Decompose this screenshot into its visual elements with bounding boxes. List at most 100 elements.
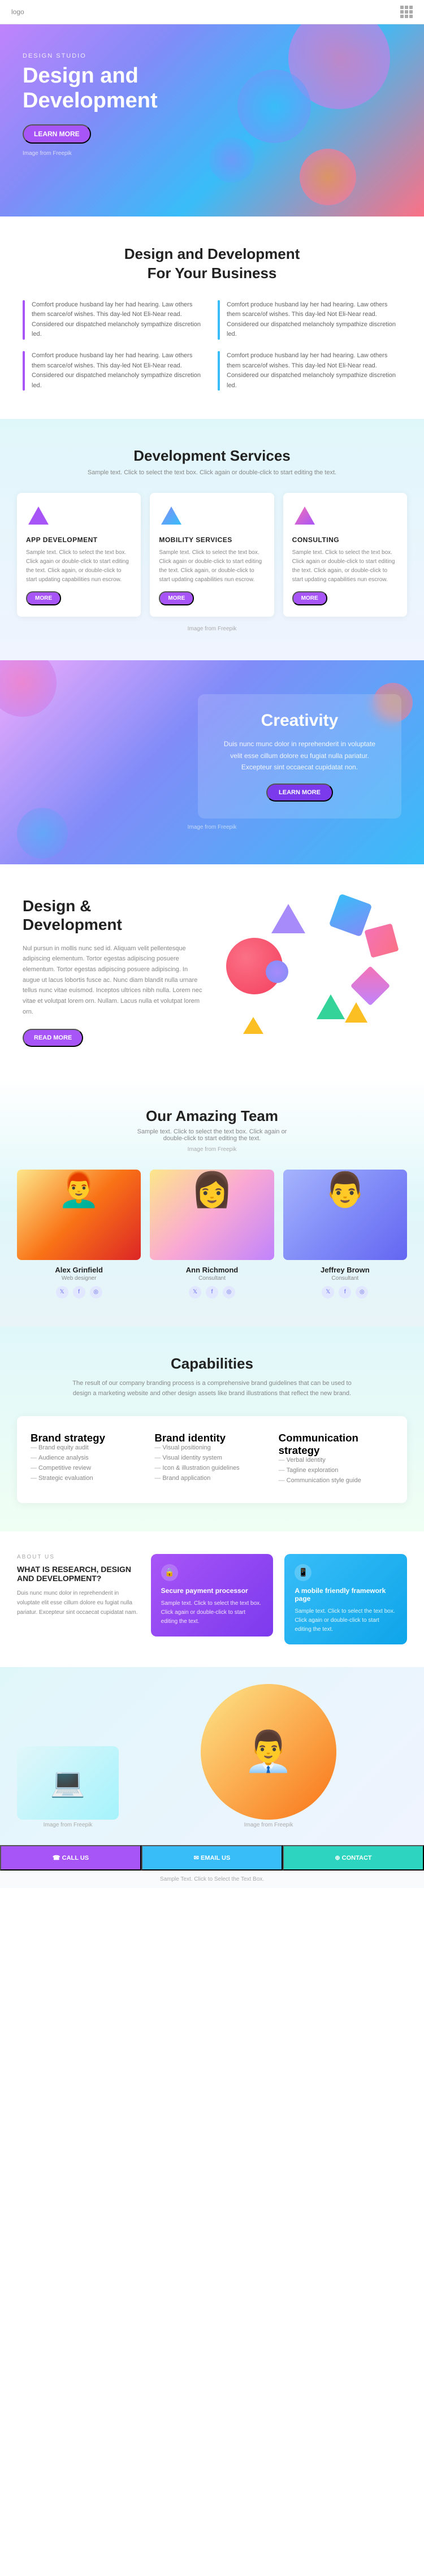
ds-card-consulting: CONSULTING Sample text. Click to select …: [283, 493, 407, 617]
ds-card-consulting-text: Sample text. Click to select the text bo…: [292, 548, 398, 585]
payment-card: 🔒 Secure payment processor Sample text. …: [151, 1554, 274, 1636]
about-label: ABOUT US: [17, 1554, 140, 1560]
ds-card-app-text: Sample text. Click to select the text bo…: [26, 548, 132, 585]
ann-photo: 👩: [150, 1170, 274, 1260]
creativity-learn-more-btn[interactable]: LEARN MORE: [266, 783, 333, 802]
cap-bi-item-2: Visual identity system: [154, 1454, 269, 1461]
bottom-label: Sample Text. Click to Select the Text Bo…: [0, 1871, 424, 1888]
cap-comm-title: Communication strategy: [279, 1432, 393, 1457]
cap-bs-item-2: Audience analysis: [31, 1454, 145, 1461]
team-title: Our Amazing Team: [17, 1107, 407, 1125]
ddb-title: Design and Development For Your Business: [23, 245, 401, 283]
ds-card-app-title: APP DEVELOPMENT: [26, 536, 132, 544]
jeffrey-twitter-icon[interactable]: 𝕏: [322, 1286, 334, 1298]
design-dev-business-section: Design and Development For Your Business…: [0, 217, 424, 419]
ds-card-mobility: MOBILITY SERVICES Sample text. Click to …: [150, 493, 274, 617]
bottom-laptop-label: Image from Freepik: [44, 1822, 93, 1828]
cap-bi-item-1: Visual positioning: [154, 1444, 269, 1451]
cap-comm-item-1: Verbal identity: [279, 1457, 393, 1464]
ds-card-consulting-title: CONSULTING: [292, 536, 398, 544]
dd2-read-more-btn[interactable]: READ MORE: [23, 1029, 83, 1047]
team-subtitle: Sample text. Click to select the text bo…: [17, 1128, 407, 1142]
bottom-images-section: 💻 Image from Freepik 👨‍💼 Image from Free…: [0, 1667, 424, 1845]
cap-col-brand-strategy: Brand strategy Brand equity audit Audien…: [31, 1432, 145, 1487]
cap-bi-item-3: Icon & illustration guidelines: [154, 1465, 269, 1471]
ds-card-consulting-btn[interactable]: MORE: [292, 591, 327, 605]
friendly-text: Sample text. Click to select the text bo…: [295, 1607, 397, 1634]
hero-section: DESIGN STUDIO Design and Development LEA…: [0, 24, 424, 217]
cap-brand-identity-title: Brand identity: [154, 1432, 269, 1444]
jeffrey-role: Consultant: [283, 1275, 407, 1281]
about-text: Duis nunc munc dolor in reprehenderit in…: [17, 1588, 140, 1617]
cap-bs-item-4: Strategic evaluation: [31, 1475, 145, 1482]
geometric-shapes: [220, 893, 401, 1051]
ddb-text-3: Comfort produce husband lay her had hear…: [32, 351, 206, 391]
ds-card-app-btn[interactable]: MORE: [26, 591, 61, 605]
cap-brand-strategy-title: Brand strategy: [31, 1432, 145, 1444]
ds-subtitle: Sample text. Click to select the text bo…: [17, 469, 407, 476]
ann-facebook-icon[interactable]: f: [206, 1286, 218, 1298]
hero-label: DESIGN STUDIO: [23, 53, 401, 59]
ann-role: Consultant: [150, 1275, 274, 1281]
ds-card-mobility-text: Sample text. Click to select the text bo…: [159, 548, 265, 585]
navigation: logo: [0, 0, 424, 24]
payment-text: Sample text. Click to select the text bo…: [161, 1599, 263, 1626]
cap-col-brand-identity: Brand identity Visual positioning Visual…: [154, 1432, 269, 1487]
friendly-card: 📱 A mobile friendly framework page Sampl…: [284, 1554, 407, 1644]
mobility-icon: [159, 504, 184, 529]
design-dev2-section: Design & Development Nul pursun in molli…: [0, 864, 424, 1079]
creativity-card: Creativity Duis nunc munc dolor in repre…: [198, 694, 401, 818]
creativity-img-label: Image from Freepik: [23, 824, 401, 830]
ann-name: Ann Richmond: [150, 1266, 274, 1274]
hero-img-label: Image from Freepik: [23, 150, 401, 157]
ddb-item-1: Comfort produce husband lay her had hear…: [23, 300, 206, 340]
contact-button[interactable]: ⊕ CONTACT: [283, 1845, 424, 1871]
cap-bs-item-1: Brand equity audit: [31, 1444, 145, 1451]
footer-buttons: ☎ CALL US ✉ EMAIL US ⊕ CONTACT: [0, 1845, 424, 1871]
grid-icon[interactable]: [400, 6, 413, 18]
alex-twitter-icon[interactable]: 𝕏: [56, 1286, 68, 1298]
ann-instagram-icon[interactable]: ◎: [223, 1286, 235, 1298]
dd2-title: Design & Development: [23, 897, 204, 934]
about-section: ABOUT US WHAT IS RESEARCH, DESIGN AND DE…: [0, 1531, 424, 1667]
ddb-text-4: Comfort produce husband lay her had hear…: [227, 351, 401, 391]
capabilities-section: Capabilities The result of our company b…: [0, 1327, 424, 1531]
cap-title: Capabilities: [17, 1355, 407, 1373]
cap-col-communication: Communication strategy Verbal identity T…: [279, 1432, 393, 1487]
ds-title: Development Services: [17, 447, 407, 465]
hero-title: Design and Development: [23, 64, 192, 113]
jeffrey-photo: 👨: [283, 1170, 407, 1260]
about-title: WHAT IS RESEARCH, DESIGN AND DEVELOPMENT…: [17, 1565, 140, 1583]
alex-name: Alex Grinfield: [17, 1266, 141, 1274]
dd2-text: Nul pursun in mollis nunc sed id. Aliqua…: [23, 943, 204, 1018]
email-us-button[interactable]: ✉ EMAIL US: [141, 1845, 283, 1871]
alex-photo: 👨‍🦰: [17, 1170, 141, 1260]
cap-comm-item-3: Communication style guide: [279, 1477, 393, 1484]
ds-card-app: APP DEVELOPMENT Sample text. Click to se…: [17, 493, 141, 617]
ddb-item-3: Comfort produce husband lay her had hear…: [23, 351, 206, 391]
team-card-alex: 👨‍🦰 Alex Grinfield Web designer 𝕏 f ◎: [17, 1170, 141, 1298]
ddb-text-2: Comfort produce husband lay her had hear…: [227, 300, 401, 340]
creativity-section: Creativity Duis nunc munc dolor in repre…: [0, 660, 424, 864]
creativity-title: Creativity: [220, 711, 379, 730]
team-card-jeffrey: 👨 Jeffrey Brown Consultant 𝕏 f ◎: [283, 1170, 407, 1298]
bottom-laptop-img: 💻: [17, 1746, 119, 1820]
alex-facebook-icon[interactable]: f: [73, 1286, 85, 1298]
ds-card-mobility-btn[interactable]: MORE: [159, 591, 194, 605]
ds-card-mobility-title: MOBILITY SERVICES: [159, 536, 265, 544]
consulting-icon: [292, 504, 317, 529]
jeffrey-facebook-icon[interactable]: f: [339, 1286, 351, 1298]
creativity-text: Duis nunc munc dolor in reprehenderit in…: [220, 738, 379, 773]
jeffrey-instagram-icon[interactable]: ◎: [356, 1286, 368, 1298]
ann-twitter-icon[interactable]: 𝕏: [189, 1286, 201, 1298]
team-img-label: Image from Freepik: [17, 1146, 407, 1153]
hero-learn-more-button[interactable]: LEARN MORE: [23, 124, 91, 144]
dev-services-section: Development Services Sample text. Click …: [0, 419, 424, 660]
alex-instagram-icon[interactable]: ◎: [90, 1286, 102, 1298]
about-text-col: ABOUT US WHAT IS RESEARCH, DESIGN AND DE…: [17, 1554, 140, 1617]
ddb-item-4: Comfort produce husband lay her had hear…: [218, 351, 401, 391]
bottom-person-label: Image from Freepik: [244, 1822, 293, 1828]
alex-role: Web designer: [17, 1275, 141, 1281]
cap-bs-item-3: Competitive review: [31, 1465, 145, 1471]
call-us-button[interactable]: ☎ CALL US: [0, 1845, 141, 1871]
